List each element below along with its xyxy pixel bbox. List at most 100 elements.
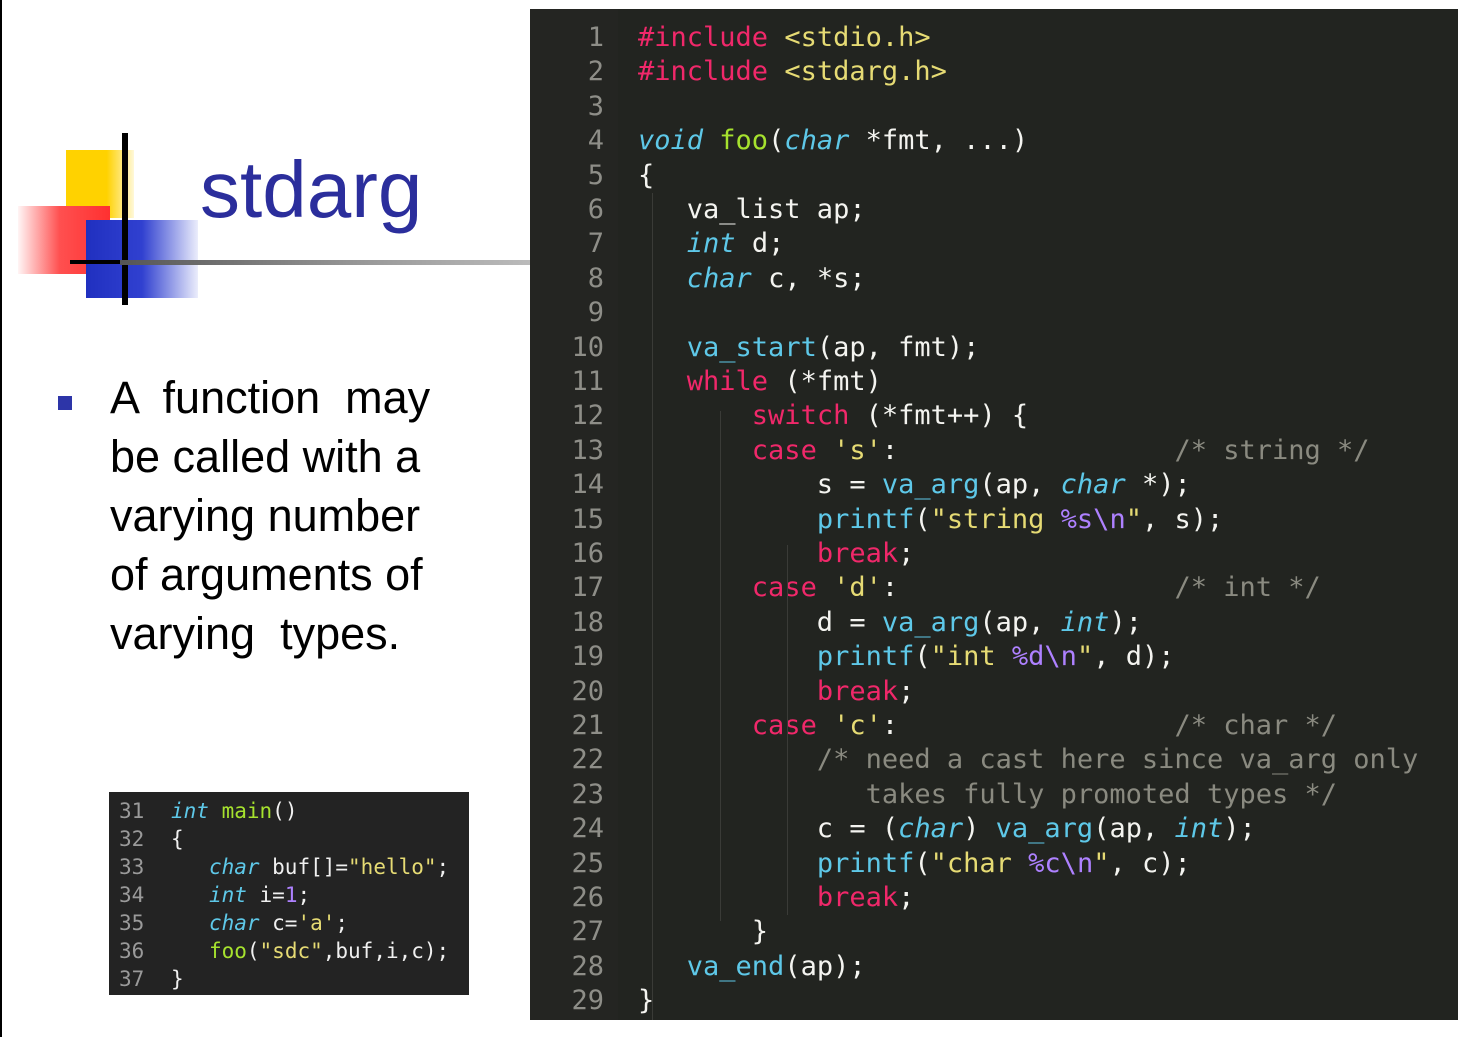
code-token: (ap); xyxy=(784,950,866,982)
code-token: int xyxy=(686,228,736,260)
code-token: va_end xyxy=(686,950,785,982)
code-token: buf[]= xyxy=(259,855,349,879)
code-token: %d\n xyxy=(1011,641,1077,673)
code-token: va_start xyxy=(686,331,817,363)
line-number: 29 xyxy=(571,985,604,1017)
code-token: case xyxy=(751,572,817,604)
code-token: break xyxy=(816,538,899,569)
code-token: /* char */ xyxy=(1174,710,1338,741)
code-text: while (*fmt) xyxy=(638,365,882,399)
code-text: case 'd': /* int */ xyxy=(638,571,1321,605)
slide-title: stdarg xyxy=(200,145,423,234)
indent-guide xyxy=(787,545,788,915)
code-token: ; xyxy=(898,882,915,913)
code-text: printf("string %s\n", s); xyxy=(638,503,1223,537)
code-text: case 's': /* string */ xyxy=(638,434,1370,468)
code-token: case xyxy=(751,710,817,741)
code-text: { xyxy=(171,825,184,853)
code-text: char buf[]="hello"; xyxy=(171,853,449,881)
code-token: char xyxy=(208,855,260,879)
code-token: /* int */ xyxy=(1174,572,1321,604)
line-number: 33 xyxy=(119,855,145,879)
line-number: 12 xyxy=(571,400,604,432)
code-token: foo xyxy=(208,939,247,963)
code-text: void foo(char *fmt, ...) xyxy=(638,124,1028,158)
code-text: { xyxy=(638,159,654,193)
code-token: char xyxy=(686,262,752,294)
code-token: int xyxy=(1060,606,1110,638)
code-token: 'd' xyxy=(833,572,882,604)
bullet-line: be called with a xyxy=(110,431,421,482)
line-number: 35 xyxy=(119,911,145,935)
code-token: ( xyxy=(246,939,260,963)
code-token: } xyxy=(171,967,184,991)
line-number: 15 xyxy=(571,503,604,535)
code-token: () xyxy=(272,799,298,823)
line-number: 1 xyxy=(587,22,604,53)
line-number: 18 xyxy=(571,606,604,638)
line-number: 10 xyxy=(571,331,604,363)
code-token: , s); xyxy=(1141,503,1224,535)
bullet-line: varying number xyxy=(110,490,421,541)
code-token: 's' xyxy=(833,434,882,466)
code-token: int xyxy=(1174,813,1224,845)
line-number: 26 xyxy=(571,882,604,913)
code-token: "string xyxy=(930,503,1061,535)
code-token: char xyxy=(784,125,850,157)
code-token: 'c' xyxy=(833,710,882,741)
indent-guide xyxy=(720,411,721,921)
code-token: takes fully promoted types */ xyxy=(865,778,1337,810)
code-token: #include xyxy=(638,22,769,53)
line-number: 7 xyxy=(587,228,604,260)
code-text: break; xyxy=(638,537,915,571)
code-token: va_arg xyxy=(881,469,980,501)
bullet-square-icon xyxy=(58,396,72,410)
code-text: printf("int %d\n", d); xyxy=(638,640,1175,674)
code-token: printf xyxy=(816,847,915,879)
code-text: va_end(ap); xyxy=(638,950,866,984)
code-token: <stdarg.h> xyxy=(784,56,947,88)
code-token: ; xyxy=(335,911,349,935)
line-number: 6 xyxy=(587,194,604,225)
bullet-line: A function may xyxy=(110,372,431,423)
code-text: break; xyxy=(638,675,915,709)
line-number: 4 xyxy=(587,125,604,157)
code-token: char xyxy=(208,911,260,935)
code-token: { xyxy=(171,827,184,851)
code-token: i= xyxy=(246,883,285,907)
line-number: 37 xyxy=(119,967,145,991)
line-number: 36 xyxy=(119,939,145,963)
code-token: break xyxy=(816,675,899,707)
code-token: foo xyxy=(719,125,769,157)
code-token: ( xyxy=(768,125,785,157)
code-text: va_start(ap, fmt); xyxy=(638,331,980,365)
code-token: : xyxy=(881,572,899,604)
line-number: 2 xyxy=(587,56,604,88)
code-token: switch xyxy=(751,400,850,432)
line-number: 11 xyxy=(571,366,604,397)
line-number: 32 xyxy=(119,827,145,851)
code-token: (ap, fmt); xyxy=(816,331,980,363)
line-number: 23 xyxy=(571,778,604,810)
code-token: : xyxy=(881,434,899,466)
line-number: 5 xyxy=(587,159,604,191)
code-token: %s\n xyxy=(1060,503,1126,535)
code-token: void xyxy=(638,125,704,157)
code-token: s = xyxy=(638,469,882,501)
code-token: break xyxy=(816,882,899,913)
code-text: takes fully promoted types */ xyxy=(638,778,1337,812)
code-text: break; xyxy=(638,881,915,915)
